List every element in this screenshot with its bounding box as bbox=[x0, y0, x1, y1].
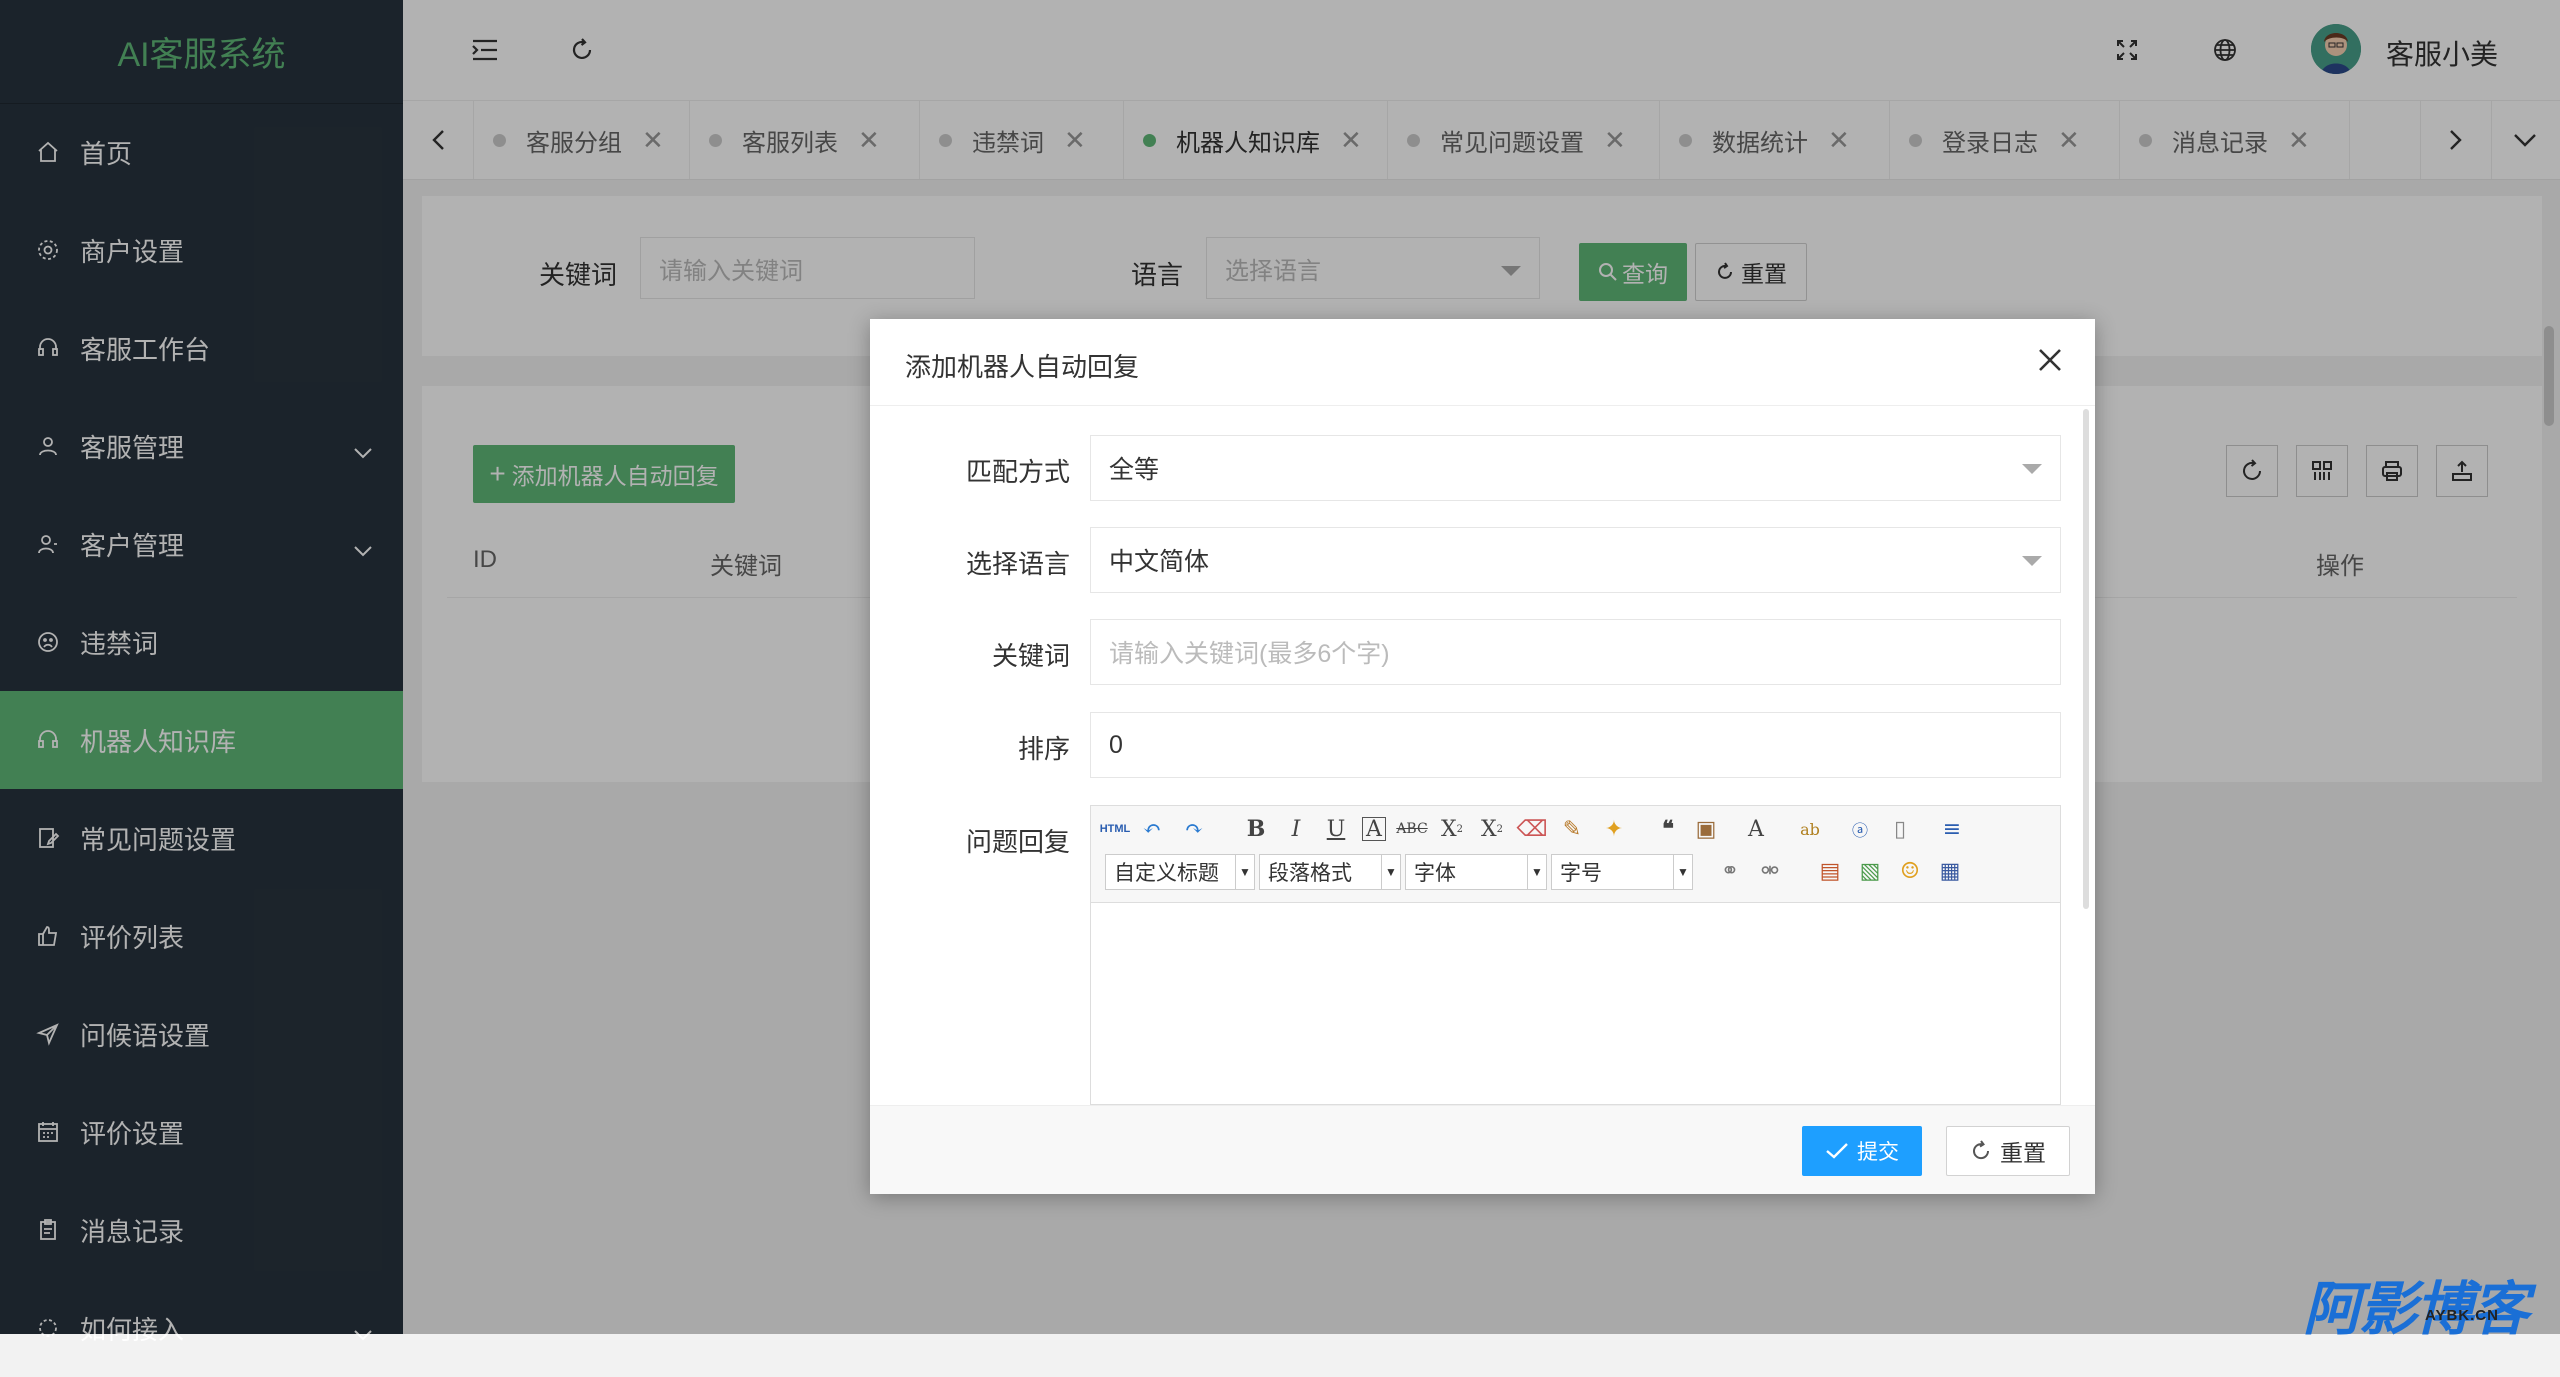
sort-input[interactable]: 0 bbox=[1090, 712, 2061, 778]
video-icon[interactable]: ▦ bbox=[1935, 856, 1965, 886]
strikethrough-icon[interactable]: ABC bbox=[1396, 814, 1427, 844]
underline-icon[interactable]: U bbox=[1321, 814, 1351, 844]
add-robot-reply-dialog: 添加机器人自动回复 匹配方式 全等 选择语言 中文简体 关键词 请输入关键词(最… bbox=[870, 319, 2095, 1194]
check-icon bbox=[1826, 1143, 1848, 1159]
watermark-domain: AYBK.CN bbox=[2425, 1307, 2499, 1324]
dialog-scrollbar[interactable] bbox=[2083, 409, 2089, 909]
highlight-color-icon[interactable]: ab bbox=[1795, 814, 1825, 844]
emoji-icon[interactable]: ☺ bbox=[1895, 856, 1925, 886]
undo-icon[interactable]: ↶ bbox=[1137, 814, 1167, 844]
sort-label: 排序 bbox=[1017, 734, 1070, 764]
reply-label: 问题回复 bbox=[965, 827, 1070, 857]
chevron-down-icon: ▼ bbox=[1381, 855, 1400, 889]
paragraph-format-combo[interactable]: 段落格式 ▼ bbox=[1259, 854, 1401, 890]
image-icon[interactable]: ▤ bbox=[1815, 856, 1845, 886]
italic-icon[interactable]: I bbox=[1281, 814, 1311, 844]
chevron-down-icon: ▼ bbox=[1673, 855, 1692, 889]
match-mode-label: 匹配方式 bbox=[965, 457, 1070, 487]
editor-toolbar: HTML ↶ ↷ B I U A ABC X2 X2 ⌫ ✎ ✦ ❝ ▣ A a… bbox=[1091, 806, 2060, 903]
anchor-icon[interactable]: ⓐ bbox=[1845, 814, 1875, 844]
chevron-down-icon: ▼ bbox=[1527, 855, 1546, 889]
format-brush-icon[interactable]: ✎ bbox=[1557, 814, 1587, 844]
dialog-reset-button[interactable]: 重置 bbox=[1946, 1126, 2070, 1176]
heading-style-combo[interactable]: 自定义标题 ▼ bbox=[1105, 854, 1255, 890]
chevron-down-icon bbox=[2022, 556, 2042, 566]
eraser-icon[interactable]: ⌫ bbox=[1516, 814, 1547, 844]
refresh-icon bbox=[1973, 1140, 1990, 1160]
subscript-icon[interactable]: X2 bbox=[1477, 814, 1507, 844]
link-icon[interactable]: ⚭ bbox=[1715, 856, 1745, 886]
rich-text-editor: HTML ↶ ↷ B I U A ABC X2 X2 ⌫ ✎ ✦ ❝ ▣ A a… bbox=[1090, 805, 2061, 1105]
dialog-title: 添加机器人自动回复 bbox=[905, 352, 1140, 382]
close-icon[interactable] bbox=[2035, 345, 2069, 379]
chevron-down-icon bbox=[2022, 464, 2042, 474]
magic-wand-icon[interactable]: ✦ bbox=[1599, 814, 1629, 844]
dialog-header: 添加机器人自动回复 bbox=[870, 319, 2095, 406]
paste-icon[interactable]: ▣ bbox=[1691, 814, 1721, 844]
watermark-logo: 阿影博客 bbox=[2303, 1277, 2529, 1342]
font-size-combo[interactable]: 字号 ▼ bbox=[1551, 854, 1693, 890]
page-icon[interactable]: ▯ bbox=[1885, 814, 1915, 844]
redo-icon[interactable]: ↷ bbox=[1179, 814, 1209, 844]
font-family-combo[interactable]: 字体 ▼ bbox=[1405, 854, 1547, 890]
keyword-label: 关键词 bbox=[991, 641, 1070, 671]
language-select[interactable]: 中文简体 bbox=[1090, 527, 2061, 593]
match-mode-select[interactable]: 全等 bbox=[1090, 435, 2061, 501]
font-border-icon[interactable]: A bbox=[1362, 817, 1386, 842]
bold-icon[interactable]: B bbox=[1241, 814, 1271, 844]
line-height-icon[interactable]: ≡ bbox=[1937, 814, 1967, 844]
chevron-down-icon: ▼ bbox=[1235, 855, 1254, 889]
submit-button[interactable]: 提交 bbox=[1802, 1126, 1922, 1176]
font-color-icon[interactable]: A bbox=[1741, 814, 1771, 844]
superscript-icon[interactable]: X2 bbox=[1437, 814, 1467, 844]
unlink-icon[interactable]: ⚮ bbox=[1755, 856, 1785, 886]
multi-image-icon[interactable]: ▧ bbox=[1855, 856, 1885, 886]
blockquote-icon[interactable]: ❝ bbox=[1653, 814, 1683, 844]
keyword-input[interactable]: 请输入关键词(最多6个字) bbox=[1090, 619, 2061, 685]
html-source-button[interactable]: HTML bbox=[1097, 814, 1133, 844]
dialog-footer: 提交 重置 bbox=[870, 1105, 2095, 1194]
language-label: 选择语言 bbox=[965, 549, 1070, 579]
